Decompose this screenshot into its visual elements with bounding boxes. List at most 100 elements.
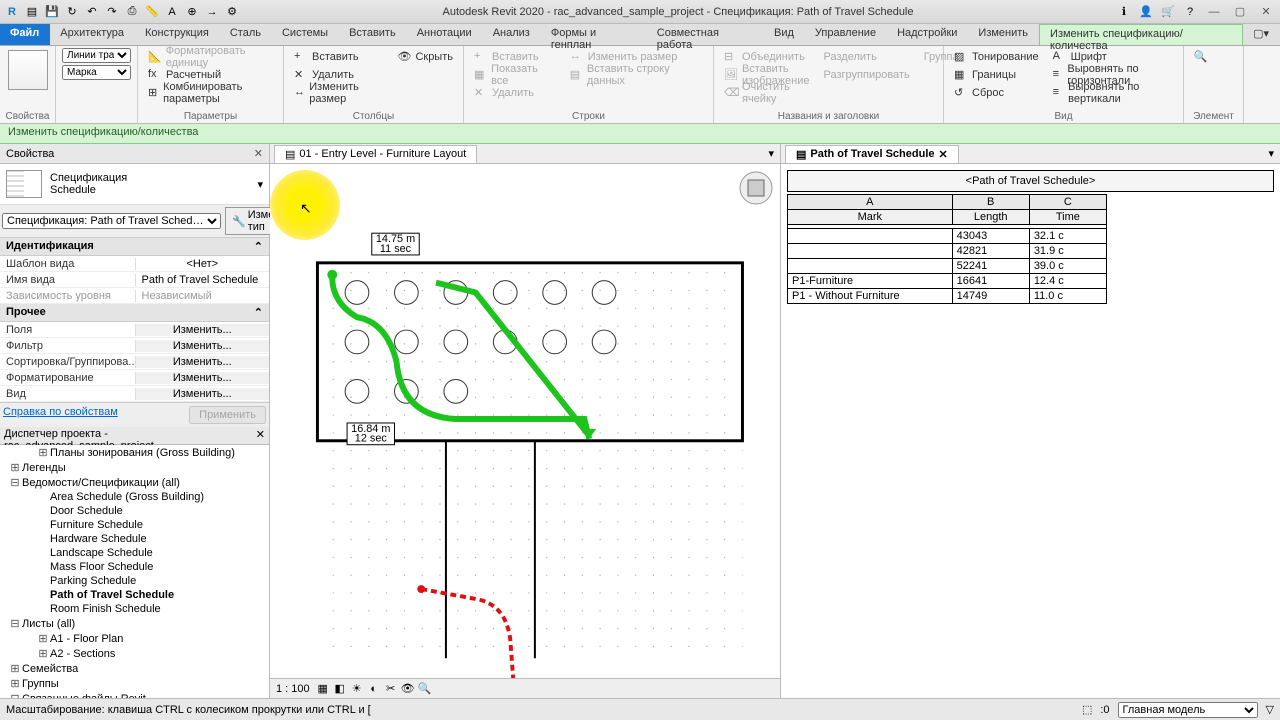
tab-view[interactable]: Вид [764,24,805,45]
more-icon[interactable]: ⊕ [184,4,200,20]
view-tab-floorplan[interactable]: ▤ 01 - Entry Level - Furniture Layout [274,145,477,163]
tree-item[interactable]: ⊞Группы [0,676,269,691]
measure-icon[interactable]: 📏 [144,4,160,20]
tree-item[interactable]: Mass Floor Schedule [0,560,269,574]
instance-filter-dropdown[interactable]: Спецификация: Path of Travel Sched… [2,213,221,229]
schedule-tab-close-icon[interactable]: ✕ [939,148,948,161]
tab-manage[interactable]: Управление [805,24,887,45]
open-icon[interactable]: ▤ [24,4,40,20]
highlight-model-button[interactable]: 🔍 [1194,50,1234,90]
workset-dropdown[interactable]: Главная модель [1118,702,1258,718]
sun-path-icon[interactable]: ☀ [350,682,364,696]
tree-item[interactable]: Parking Schedule [0,574,269,588]
floor-plan-canvas[interactable]: 14.75 m 11 sec 16.84 m 12 sec [270,164,780,678]
shading-button[interactable]: ▨Тонирование [950,48,1043,66]
info-icon[interactable]: ℹ [1116,4,1132,20]
tree-item[interactable]: ⊞A1 - Floor Plan [0,631,269,646]
file-tab[interactable]: Файл [0,24,50,45]
visual-style-icon[interactable]: ◧ [333,682,347,696]
help-icon[interactable]: ? [1182,4,1198,20]
tab-steel[interactable]: Сталь [220,24,272,45]
tree-item[interactable]: Room Finish Schedule [0,602,269,616]
reveal-icon[interactable]: 🔍 [418,682,432,696]
tree-item[interactable]: Path of Travel Schedule [0,588,269,602]
schedule-table[interactable]: A B C Mark Length Time 4304332.1 c428213… [787,194,1107,304]
tree-item[interactable]: ⊞Семейства [0,661,269,676]
undo-icon[interactable]: ↶ [84,4,100,20]
view-cube[interactable] [736,168,776,208]
minimize-button[interactable]: — [1204,4,1224,20]
reset-button[interactable]: ↺Сброс [950,84,1043,102]
settings-icon[interactable]: ⚙ [224,4,240,20]
apply-button[interactable]: Применить [189,406,266,424]
align-v-button[interactable]: ≡Выровнять по вертикали [1049,84,1177,102]
schedule-row[interactable]: 5224139.0 c [788,259,1107,274]
col-resize-button[interactable]: ↔Изменить размер [290,84,385,102]
crop-icon[interactable]: ✂ [384,682,398,696]
cart-icon[interactable]: 🛒 [1160,4,1176,20]
selection-icon[interactable]: ⬚ [1082,703,1092,716]
schedule-row[interactable]: 4282131.9 c [788,244,1107,259]
section-identification[interactable]: Идентификация⌃ [0,238,269,256]
schedule-row[interactable]: P1-Furniture1664112.4 c [788,274,1107,289]
tab-insert[interactable]: Вставить [339,24,407,45]
project-browser[interactable]: ⊞Планы зонирования (Gross Building)⊞Леге… [0,445,269,698]
tab-structure[interactable]: Конструкция [135,24,220,45]
tree-item[interactable]: ⊟Связанные файлы Revit [0,691,269,698]
tab-massing[interactable]: Формы и генплан [541,24,647,45]
tree-item[interactable]: ⊞A2 - Sections [0,646,269,661]
type-selector[interactable]: Спецификация Schedule [50,172,249,196]
tab-analyze[interactable]: Анализ [483,24,541,45]
maximize-button[interactable]: ▢ [1230,4,1250,20]
tree-item[interactable]: Hardware Schedule [0,532,269,546]
user-icon[interactable]: 👤 [1138,4,1154,20]
view-scale[interactable]: 1 : 100 [276,683,310,695]
browser-close-icon[interactable]: ✕ [256,428,265,443]
tree-item[interactable]: Door Schedule [0,504,269,518]
tree-item[interactable]: ⊟Ведомости/Спецификации (all) [0,475,269,490]
panel-params-title: Параметры [138,111,283,122]
redo-icon[interactable]: ↷ [104,4,120,20]
tree-item[interactable]: ⊞Планы зонирования (Gross Building) [0,445,269,460]
save-icon[interactable]: 💾 [44,4,60,20]
ribbon-collapse-icon[interactable]: ▢▾ [1243,24,1280,45]
hide-icon[interactable]: 👁 [401,682,415,696]
tab-annotate[interactable]: Аннотации [407,24,483,45]
type-dropdown-icon[interactable]: ▾ [257,178,263,191]
print-icon[interactable]: ⎙ [124,4,140,20]
section-other[interactable]: Прочее⌃ [0,304,269,322]
text-icon[interactable]: A [164,4,180,20]
close-button[interactable]: ✕ [1256,4,1276,20]
sync-icon[interactable]: ↻ [64,4,80,20]
schedule-title[interactable]: <Path of Travel Schedule> [787,170,1274,192]
tree-item[interactable]: Landscape Schedule [0,546,269,560]
properties-large-icon[interactable] [8,50,48,90]
tab-architecture[interactable]: Архитектура [50,24,135,45]
detail-level-icon[interactable]: ▦ [316,682,330,696]
tree-item[interactable]: ⊟Листы (all) [0,616,269,631]
borders-button[interactable]: ▦Границы [950,66,1043,84]
tab-addins[interactable]: Надстройки [887,24,968,45]
tab-modify[interactable]: Изменить [968,24,1039,45]
schedule-tab[interactable]: ▤ Path of Travel Schedule ✕ [785,145,959,163]
shadows-icon[interactable]: ◐ [367,682,381,696]
arrow-icon[interactable]: → [204,4,220,20]
tree-item[interactable]: Furniture Schedule [0,518,269,532]
tab-modify-schedule[interactable]: Изменить спецификацию/количества [1039,24,1243,45]
tree-item[interactable]: Area Schedule (Gross Building) [0,490,269,504]
tab-collab[interactable]: Совместная работа [647,24,764,45]
lines-dropdown[interactable]: Линии трае… [62,48,131,63]
tree-item[interactable]: ⊞Легенды [0,460,269,475]
col-insert-button[interactable]: +Вставить [290,48,385,66]
sched-tab-dropdown-icon[interactable]: ▾ [1262,147,1280,160]
filter-status-icon[interactable]: ▽ [1266,703,1274,716]
col-hide-button[interactable]: 👁Скрыть [393,48,457,66]
tab-systems[interactable]: Системы [272,24,339,45]
properties-help-link[interactable]: Справка по свойствам [3,406,118,424]
view-tab-dropdown-icon[interactable]: ▾ [762,147,780,160]
combine-params-button[interactable]: ⊞Комбинировать параметры [144,84,277,102]
schedule-row[interactable]: 4304332.1 c [788,229,1107,244]
schedule-row[interactable]: P1 - Without Furniture1474911.0 c [788,289,1107,304]
mark-dropdown[interactable]: Марка [62,65,131,80]
properties-close-icon[interactable]: ✕ [254,147,263,160]
